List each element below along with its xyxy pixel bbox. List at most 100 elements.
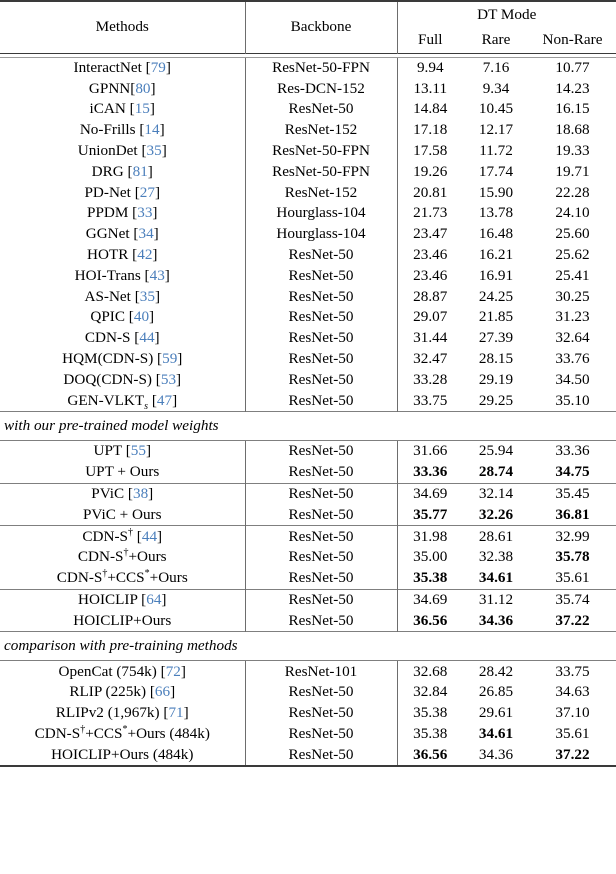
citation-link[interactable]: 79 xyxy=(151,59,166,76)
method-cell: HOTR [42] xyxy=(87,246,158,264)
non-rare-value-cell: 32.99 xyxy=(555,527,590,545)
method-text: GEN-VLKT xyxy=(67,391,145,409)
subscript-marker: s xyxy=(144,400,149,412)
method-cell: CDN-S†+CCS*+Ours xyxy=(0,568,245,589)
non-rare-value-cell: 22.28 xyxy=(555,183,590,201)
rare-value-cell: 16.48 xyxy=(478,225,514,243)
table-row: HOICLIP+Ours (484k) ResNet-50 36.56 34.36 37… xyxy=(0,744,616,767)
citation-link[interactable]: 27 xyxy=(140,184,155,201)
full-value-cell: 32.47 xyxy=(396,348,463,370)
header-row-main: Methods Backbone DT Mode xyxy=(0,2,616,53)
full-value-cell: 14.84 xyxy=(396,99,463,120)
citation-link[interactable]: 44 xyxy=(142,528,157,545)
table-row: PD-Net [27] ResNet-152 20.81 15.90 22.28 xyxy=(0,182,616,204)
citation-link[interactable]: 55 xyxy=(131,442,146,459)
backbone-cell: ResNet-50-FPN xyxy=(244,140,397,162)
full-value-cell: 33.28 xyxy=(396,369,463,391)
non-rare-value-cell: 19.33 xyxy=(555,142,590,160)
backbone-cell: ResNet-50 xyxy=(244,461,397,484)
non-rare-value-cell: 16.15 xyxy=(555,100,590,118)
non-rare-value-cell: 24.10 xyxy=(555,204,590,222)
non-rare-value-cell: 19.71 xyxy=(555,162,590,180)
backbone-cell: ResNet-50 xyxy=(244,327,397,349)
method-cell: CDN-S†+Ours xyxy=(0,547,245,568)
column-header-rare: Rare xyxy=(481,31,511,49)
section-label: comparison with pre-training methods xyxy=(4,637,238,655)
full-value-cell: 17.58 xyxy=(396,140,463,162)
table-row: UPT + Ours ResNet-50 33.36 28.74 34.75 xyxy=(0,461,616,484)
citation-link[interactable]: 80 xyxy=(135,80,150,97)
table-row: UnionDet [35] ResNet-50-FPN 17.58 11.72 19.3… xyxy=(0,140,616,162)
full-value-cell: 33.75 xyxy=(396,390,463,412)
citation-link[interactable]: 38 xyxy=(133,485,148,502)
table-row: PViC + Ours ResNet-50 35.77 32.26 36.81 xyxy=(0,504,616,526)
backbone-cell: ResNet-50 xyxy=(244,348,397,370)
citation-link[interactable]: 42 xyxy=(137,246,152,263)
rare-value-cell: 17.74 xyxy=(478,162,514,180)
citation-link[interactable]: 44 xyxy=(139,329,154,346)
table-row: PViC [38] ResNet-50 34.69 32.14 35.45 xyxy=(0,483,616,505)
method-cell: iCAN [15] xyxy=(89,100,155,118)
non-rare-value-cell: 33.76 xyxy=(555,350,590,368)
citation-link[interactable]: 72 xyxy=(166,663,181,680)
citation-link[interactable]: 81 xyxy=(133,163,148,180)
rare-value-cell: 10.45 xyxy=(478,100,514,118)
method-text: UPT xyxy=(93,442,122,460)
backbone-cell: ResNet-50 xyxy=(244,682,397,703)
table-row: HOI-Trans [43] ResNet-50 23.46 16.91 25.41 xyxy=(0,265,616,287)
method-cell: RLIP (225k) [66] xyxy=(69,683,176,701)
non-rare-value-cell: 34.50 xyxy=(555,370,590,388)
citation-link[interactable]: 59 xyxy=(162,350,177,367)
citation-link[interactable]: 64 xyxy=(146,591,161,608)
non-rare-value-cell: 32.64 xyxy=(555,329,590,347)
method-text: CDN-S xyxy=(84,329,131,347)
citation-link[interactable]: 14 xyxy=(144,121,159,138)
full-value-cell: 13.11 xyxy=(396,78,463,100)
backbone-cell: ResNet-50 xyxy=(244,265,397,287)
citation-link[interactable]: 15 xyxy=(135,100,150,117)
table-row: No-Frills [14] ResNet-152 17.18 12.17 18.68 xyxy=(0,119,616,141)
non-rare-value-cell: 14.23 xyxy=(555,79,590,97)
non-rare-value-cell: 35.61 xyxy=(555,725,590,742)
method-text: InteractNet xyxy=(73,58,142,76)
method-text: CDN-S xyxy=(34,725,81,742)
table-row: UPT [55] ResNet-50 31.66 25.94 33.36 xyxy=(0,441,616,462)
rare-value-cell: 15.90 xyxy=(478,183,514,201)
backbone-cell: ResNet-101 xyxy=(244,661,397,683)
method-text: PD-Net xyxy=(84,183,131,201)
non-rare-value-cell: 30.25 xyxy=(555,287,590,305)
table-bottom-rule xyxy=(0,765,616,769)
rare-value-cell: 11.72 xyxy=(479,142,513,160)
backbone-cell: ResNet-50 xyxy=(244,567,397,590)
method-text: UnionDet xyxy=(77,142,138,160)
section-label: with our pre-trained model weights xyxy=(4,417,219,435)
section-label-row: comparison with pre-training methods xyxy=(0,632,616,661)
citation-link[interactable]: 53 xyxy=(161,371,176,388)
table-row: DRG [81] ResNet-50-FPN 19.26 17.74 19.71 xyxy=(0,161,616,183)
rare-value-cell: 32.26 xyxy=(478,505,514,523)
full-value-cell: 20.81 xyxy=(396,182,463,204)
citation-link[interactable]: 66 xyxy=(155,683,170,700)
backbone-cell: ResNet-50 xyxy=(244,547,397,568)
citation-link[interactable]: 35 xyxy=(140,288,155,305)
full-value-cell: 23.47 xyxy=(396,223,463,245)
table-row: CDN-S† [44] ResNet-50 31.98 28.61 32.99 xyxy=(0,526,616,548)
table-row: RLIPv2 (1,967k) [71] ResNet-50 35.38 29.61 3… xyxy=(0,702,616,724)
rare-value-cell: 29.61 xyxy=(478,704,514,722)
citation-link[interactable]: 40 xyxy=(134,308,149,325)
citation-link[interactable]: 71 xyxy=(168,704,183,721)
citation-link[interactable]: 43 xyxy=(150,267,165,284)
non-rare-value-cell: 34.63 xyxy=(555,683,590,701)
method-cell: AS-Net [35] xyxy=(84,287,160,305)
citation-link[interactable]: 34 xyxy=(138,225,153,242)
method-text: UPT + Ours xyxy=(85,463,160,481)
citation-link[interactable]: 47 xyxy=(157,392,172,409)
method-cell: DRG [81] xyxy=(91,162,153,180)
full-value-cell: 36.56 xyxy=(396,744,463,767)
table-row: QPIC [40] ResNet-50 29.07 21.85 31.23 xyxy=(0,307,616,328)
citation-link[interactable]: 35 xyxy=(147,142,162,159)
method-text: DOQ(CDN-S) xyxy=(63,370,152,388)
rare-value-cell: 16.21 xyxy=(478,246,514,264)
citation-link[interactable]: 33 xyxy=(137,204,152,221)
backbone-cell: ResNet-50-FPN xyxy=(244,57,397,79)
